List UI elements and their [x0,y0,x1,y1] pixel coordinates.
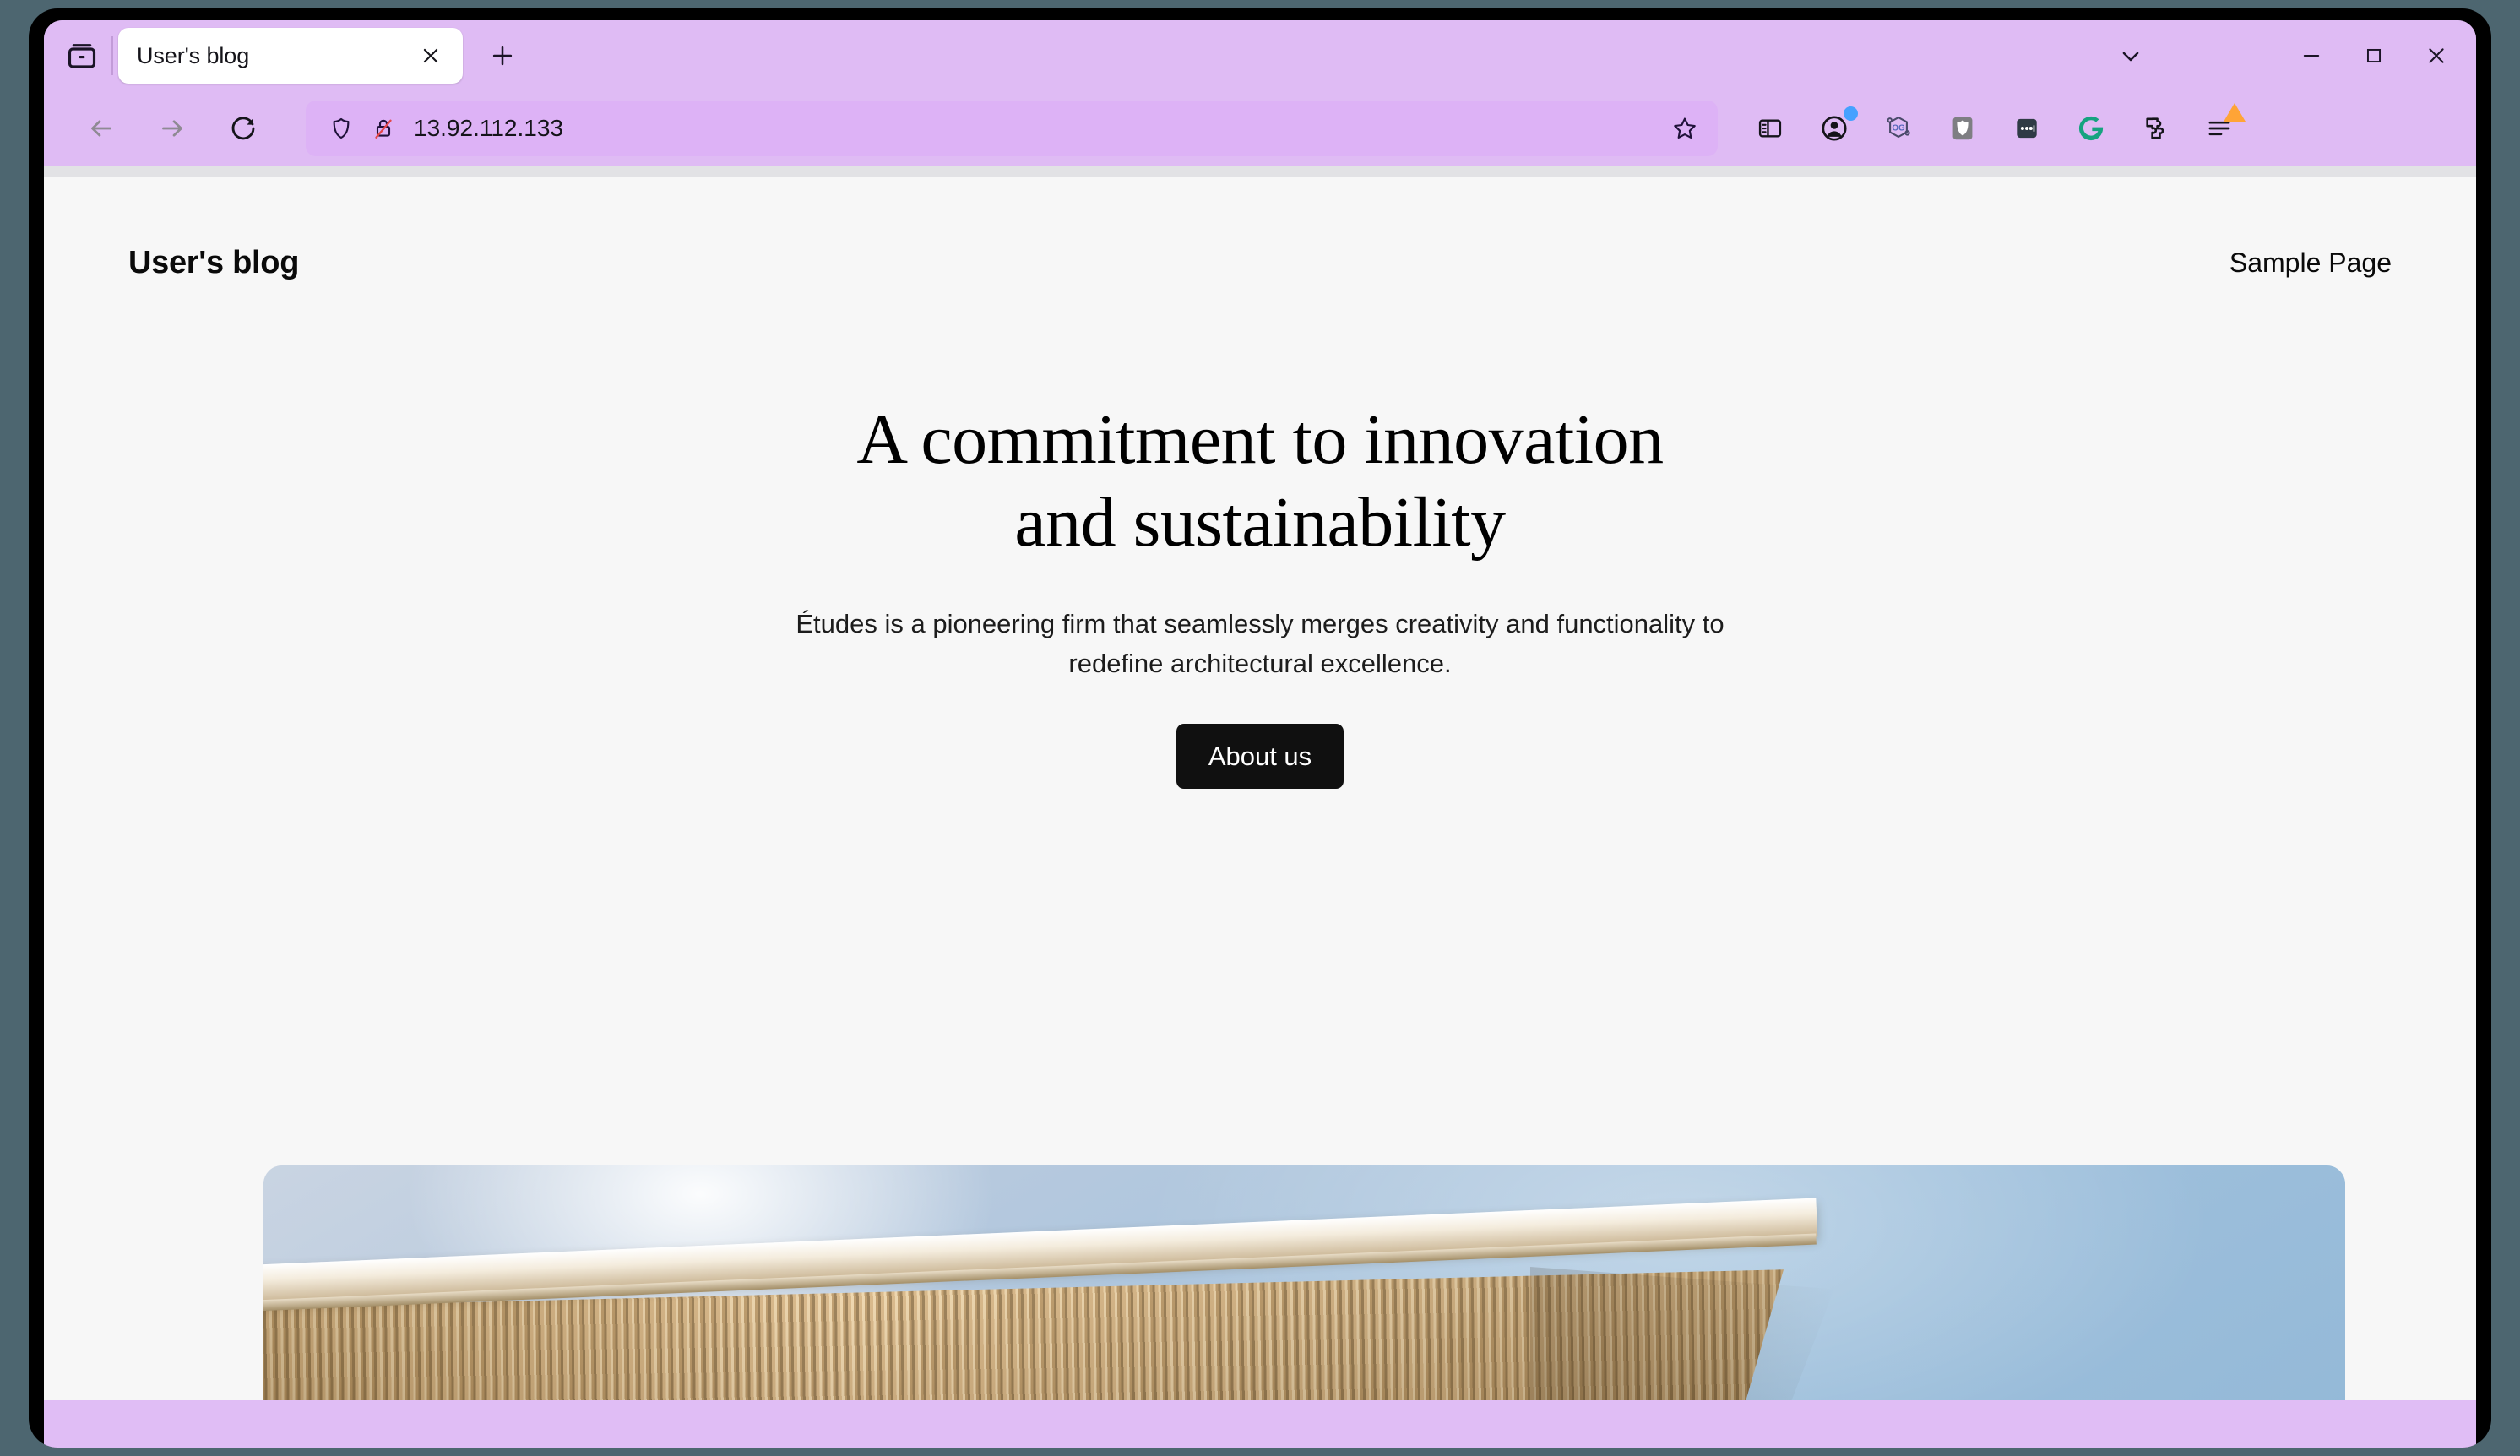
insecure-connection-lock-icon[interactable] [365,110,402,147]
hero-title-line-1: A commitment to innovation [856,400,1664,479]
minimize-button[interactable] [2280,20,2343,91]
desktop-background: User's blog 13.92.112.133 OG User's blog… [0,0,2520,1456]
hero-image [263,1165,2345,1400]
reload-icon[interactable] [213,98,274,159]
app-menu-icon[interactable] [2189,98,2250,159]
update-triangle-badge [2224,103,2246,122]
new-tab-button[interactable] [476,30,529,82]
close-window-button[interactable] [2405,20,2468,91]
hero-title-line-2: and sustainability [1014,483,1506,562]
svg-text:OG: OG [1892,123,1905,133]
dots-extension-icon[interactable] [1996,98,2057,159]
nav-link-sample-page[interactable]: Sample Page [2229,247,2392,278]
forward-arrow-icon[interactable] [142,98,203,159]
tracking-protection-shield-icon[interactable] [323,110,360,147]
hero-section: A commitment to innovation and sustainab… [44,296,2476,789]
chrome-bottom-edge [44,166,2476,177]
sidebar-toggle-icon[interactable] [1740,98,1800,159]
window-controls [2099,20,2476,91]
about-us-button[interactable]: About us [1176,723,1344,789]
og-extension-icon[interactable]: OG [1868,98,1929,159]
url-text: 13.92.112.133 [414,115,563,141]
tab-separator [111,36,113,75]
navigation-toolbar: 13.92.112.133 OG [44,91,2476,166]
site-title[interactable]: User's blog [128,245,299,281]
site-header: User's blog Sample Page [44,177,2476,296]
container-box-icon [56,30,108,82]
back-arrow-icon[interactable] [71,98,132,159]
grammarly-extension-icon[interactable] [2061,98,2121,159]
account-notification-dot [1844,106,1858,121]
facade-taper-shadow [1530,1267,1834,1400]
browser-tab[interactable]: User's blog [118,28,463,84]
page-viewport: User's blog Sample Page A commitment to … [44,177,2476,1400]
tab-title: User's blog [137,42,250,68]
list-all-tabs-chevron-icon[interactable] [2099,20,2162,91]
hero-subtitle: Études is a pioneering firm that seamles… [796,608,1724,678]
tab-strip: User's blog [44,20,2476,91]
address-bar[interactable]: 13.92.112.133 [306,101,1718,156]
shield-extension-icon[interactable] [1932,98,1993,159]
account-icon[interactable] [1804,98,1865,159]
site-nav: Sample Page [2229,247,2392,279]
close-icon[interactable] [410,35,451,76]
extensions-puzzle-icon[interactable] [2125,98,2186,159]
browser-window: User's blog 13.92.112.133 OG User's blog… [44,20,2476,1448]
bookmark-star-icon[interactable] [1665,109,1704,148]
hero-title: A commitment to innovation and sustainab… [44,399,2476,565]
hero-cta-wrapper: About us [44,723,2476,789]
browser-window-frame: User's blog 13.92.112.133 OG User's blog… [29,8,2491,1448]
toolbar-icon-group: OG [1736,98,2250,159]
maximize-button[interactable] [2343,20,2405,91]
